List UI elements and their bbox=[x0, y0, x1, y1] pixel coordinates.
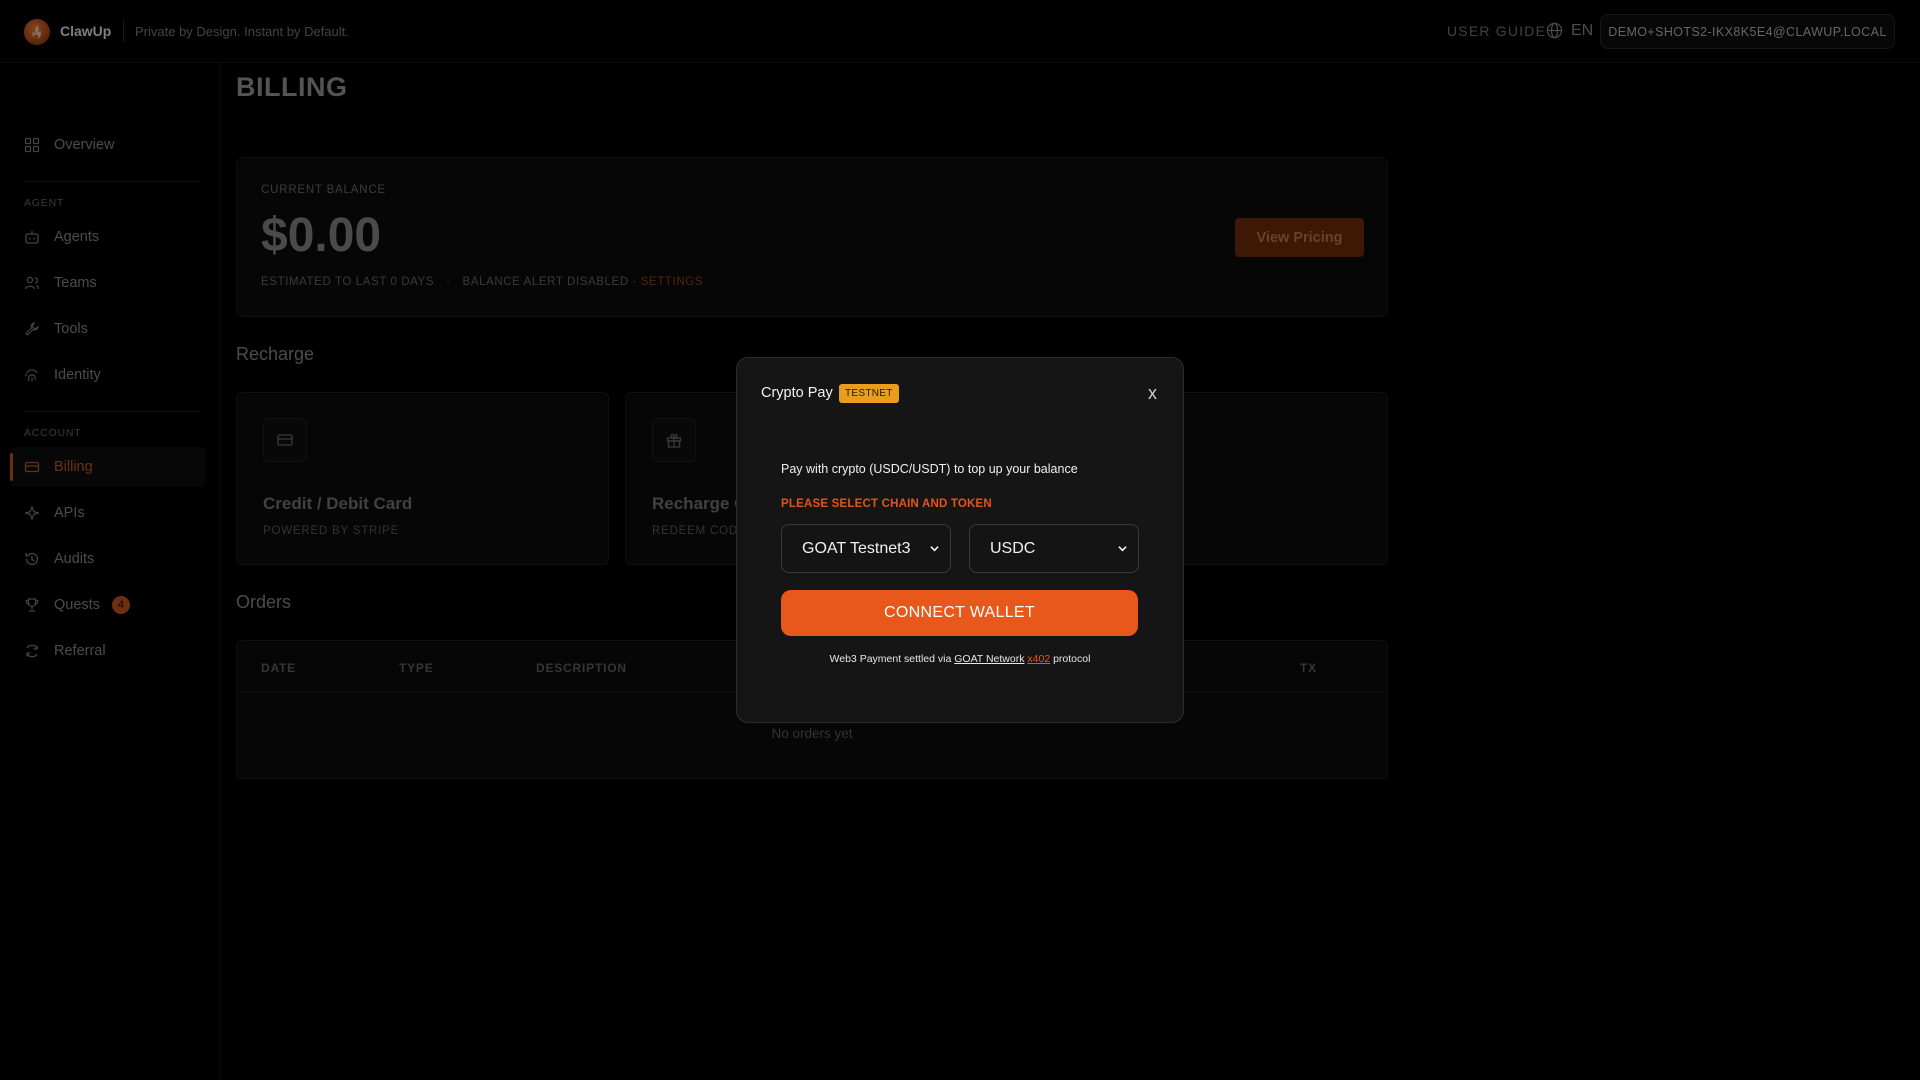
chevron-down-icon bbox=[1118, 546, 1127, 552]
chain-select-value: GOAT Testnet3 bbox=[802, 539, 911, 557]
goat-network-link[interactable]: GOAT Network bbox=[954, 653, 1024, 665]
modal-title: Crypto Pay bbox=[761, 385, 833, 401]
modal-description: Pay with crypto (USDC/USDT) to top up yo… bbox=[781, 462, 1078, 476]
footer-suffix: protocol bbox=[1053, 653, 1091, 665]
chevron-down-icon bbox=[930, 546, 939, 552]
close-button[interactable]: x bbox=[1148, 383, 1157, 404]
chain-select[interactable]: GOAT Testnet3 bbox=[781, 524, 951, 573]
testnet-badge: TESTNET bbox=[839, 384, 899, 403]
token-select-value: USDC bbox=[990, 539, 1036, 557]
crypto-pay-modal: Crypto Pay TESTNET x Pay with crypto (US… bbox=[736, 357, 1184, 723]
token-select[interactable]: USDC bbox=[969, 524, 1139, 573]
footer-prefix: Web3 Payment settled via bbox=[829, 653, 952, 665]
x402-link[interactable]: x402 bbox=[1027, 653, 1050, 665]
selection-warning: PLEASE SELECT CHAIN AND TOKEN bbox=[781, 498, 992, 510]
modal-footer-note: Web3 Payment settled via GOAT Network x4… bbox=[737, 653, 1183, 665]
connect-wallet-button[interactable]: CONNECT WALLET bbox=[781, 590, 1138, 636]
